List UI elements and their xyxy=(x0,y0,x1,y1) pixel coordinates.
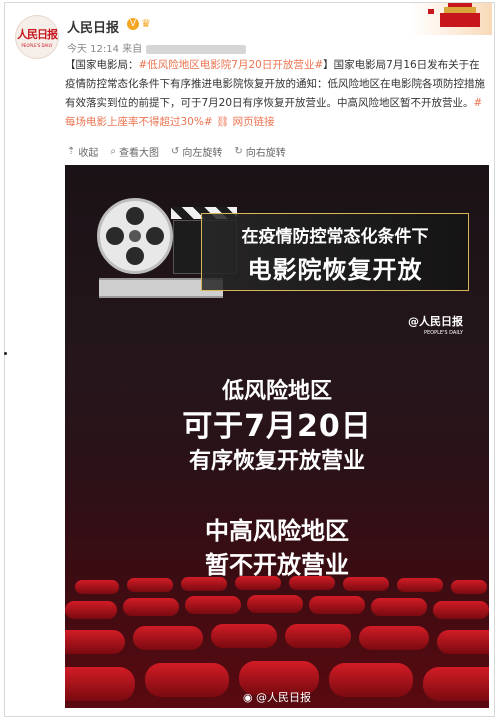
web-link[interactable]: ⛓ 网页链接 xyxy=(216,116,275,128)
view-large-button[interactable]: ⌕ 查看大图 xyxy=(110,143,159,159)
web-link-label: 网页链接 xyxy=(232,116,275,128)
crown-icon: ♛ xyxy=(141,17,151,30)
avatar-logo-text: 人民日报 xyxy=(17,28,58,41)
poster-line3: 有序恢复开放营业 xyxy=(188,449,365,474)
bullet-dot xyxy=(4,352,7,355)
poster-title-box: 在疫情防控常态化条件下 电影院恢复开放 xyxy=(201,213,469,291)
seat-row xyxy=(75,576,487,594)
link-icon: ⛓ xyxy=(215,116,230,128)
rotate-left-button[interactable]: ↺ 向左旋转 xyxy=(171,143,222,159)
poster-watermark: @人民日报 PEOPLE'S DAILY xyxy=(408,313,463,336)
rotate-left-icon: ↺ xyxy=(171,145,180,157)
topic-link-1[interactable]: #低风险地区电影院7月20日开放营业# xyxy=(139,59,324,71)
weibo-post-card: 人民日报 PEOPLE'S DAILY 人民日报 V ♛ 今天 12:14 来自… xyxy=(4,2,495,717)
author-name[interactable]: 人民日报 xyxy=(67,17,119,36)
poster-line2: 可于7月20日 xyxy=(182,409,372,444)
rotate-left-label: 向左旋转 xyxy=(182,147,223,159)
poster-title-line1: 在疫情防控常态化条件下 xyxy=(241,227,429,247)
text-prefix: 【国家电影局： xyxy=(65,59,139,71)
collapse-button[interactable]: ⇡ 收起 xyxy=(67,143,98,159)
flag-icon xyxy=(428,9,434,14)
reel-hole xyxy=(126,207,144,225)
tiananmen-icon xyxy=(440,3,480,27)
avatar-logo-subtext: PEOPLE'S DAILY xyxy=(21,43,53,48)
seat-row xyxy=(65,624,489,654)
watermark-text: @人民日报 xyxy=(408,315,463,328)
verified-icon: V xyxy=(127,18,139,30)
poster-title-line2: 电影院恢复开放 xyxy=(247,256,423,284)
reel-hole xyxy=(106,227,124,245)
seat-row xyxy=(65,595,489,619)
view-large-label: 查看大图 xyxy=(119,147,159,159)
film-reel-icon xyxy=(97,198,173,274)
rotate-right-icon: ↻ xyxy=(234,145,243,157)
reel-hole xyxy=(126,247,144,265)
post-meta: 今天 12:14 来自 xyxy=(67,40,247,55)
post-time[interactable]: 今天 12:14 来自 xyxy=(67,44,142,55)
poster-footer-text: @人民日报 xyxy=(256,691,312,704)
poster-image[interactable]: 在疫情防控常态化条件下 电影院恢复开放 @人民日报 PEOPLE'S DAILY… xyxy=(65,165,489,708)
weibo-icon: ◉ xyxy=(242,691,253,704)
poster-line4: 中高风险地区 xyxy=(205,517,349,545)
header-banner xyxy=(410,3,492,35)
collapse-label: 收起 xyxy=(78,147,99,159)
rotate-right-button[interactable]: ↻ 向右旋转 xyxy=(234,143,285,159)
image-toolbar: ⇡ 收起 ⌕ 查看大图 ↺ 向左旋转 ↻ 向右旋转 xyxy=(67,143,286,159)
reel-hole xyxy=(146,227,164,245)
rotate-right-label: 向右旋转 xyxy=(245,147,286,159)
avatar[interactable]: 人民日报 PEOPLE'S DAILY xyxy=(15,15,59,59)
collapse-icon: ⇡ xyxy=(67,145,76,157)
poster-footer-watermark: ◉ @人民日报 xyxy=(65,689,489,705)
watermark-subtext: PEOPLE'S DAILY xyxy=(423,330,463,336)
source-blurred xyxy=(146,44,247,54)
post-text: 【国家电影局：#低风险地区电影院7月20日开放营业#】国家电影局7月16日发布关… xyxy=(65,56,485,132)
zoom-icon: ⌕ xyxy=(110,145,116,157)
reel-hub xyxy=(129,230,141,242)
